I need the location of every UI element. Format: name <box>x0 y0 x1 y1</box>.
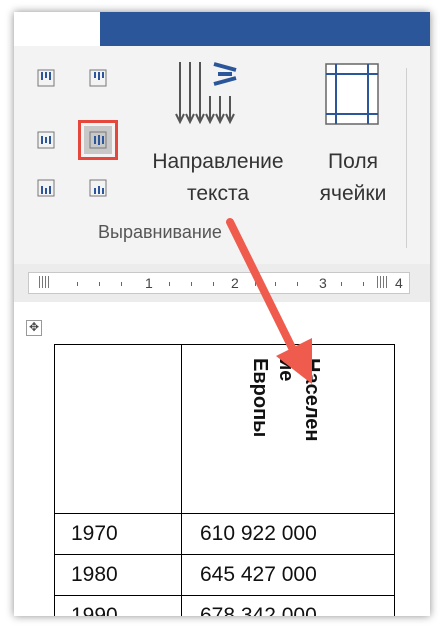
ruler-number: 4 <box>395 275 403 291</box>
ruler-tick <box>341 282 342 286</box>
ruler-tick <box>191 282 192 286</box>
table-header-cell[interactable]: Населен ие Европы <box>181 344 395 514</box>
population-table: Населен ие Европы 1970 610 922 000 1980 … <box>54 344 395 616</box>
cell-margins-label-line1: Поля <box>328 150 378 173</box>
ribbon-layout-tab: Направление текста Поля ячейки Выравнива… <box>14 46 430 265</box>
align-bottom-left-icon <box>37 179 55 197</box>
header-line: ие <box>275 358 297 382</box>
ruler-tick <box>169 282 170 286</box>
table-header-row: Населен ие Европы <box>54 344 395 514</box>
table-header-cell-empty[interactable] <box>54 344 182 514</box>
ruler-number: 2 <box>231 275 239 291</box>
header-line: Европы <box>249 358 271 438</box>
population-cell[interactable]: 645 427 000 <box>181 554 395 596</box>
ruler-number: 3 <box>319 275 327 291</box>
ruler-tick <box>363 282 364 286</box>
vertical-header-text: Населен ие Европы <box>247 358 325 508</box>
align-bottom-left-button[interactable] <box>32 174 60 202</box>
population-cell[interactable]: 610 922 000 <box>181 513 395 555</box>
ruler-tick <box>213 282 214 286</box>
cell-margins-button[interactable]: Поля ячейки <box>304 46 402 216</box>
screenshot-frame: Направление текста Поля ячейки Выравнива… <box>14 12 430 616</box>
align-bottom-center-button[interactable] <box>84 174 112 202</box>
ruler-tick <box>77 282 78 286</box>
ruler-column-marker[interactable] <box>377 276 389 288</box>
horizontal-ruler[interactable]: 1 2 3 4 <box>28 272 410 294</box>
ribbon-separator <box>406 68 407 248</box>
ruler-number: 1 <box>145 275 153 291</box>
document-page: ✥ Населен ие Европы 1970 610 922 000 198… <box>14 302 430 616</box>
align-bottom-center-icon <box>89 179 107 197</box>
ribbon-tab-strip <box>100 12 430 46</box>
align-top-left-icon <box>37 69 55 87</box>
ruler-tick <box>275 282 276 286</box>
ruler-tick <box>121 282 122 286</box>
ruler-column-marker[interactable] <box>39 276 51 288</box>
text-direction-button[interactable]: Направление текста <box>134 46 302 216</box>
text-direction-label-line1: Направление <box>152 150 284 173</box>
table-move-handle[interactable]: ✥ <box>26 320 42 336</box>
alignment-group-label: Выравнивание <box>98 222 222 242</box>
ruler-tick <box>297 282 298 286</box>
population-cell[interactable]: 678 342 000 <box>181 595 395 616</box>
year-cell[interactable]: 1970 <box>54 513 182 555</box>
cell-margins-icon <box>325 63 379 125</box>
year-cell[interactable]: 1980 <box>54 554 182 596</box>
table-row: 1990 678 342 000 <box>54 595 395 616</box>
align-middle-center-button[interactable] <box>78 120 118 160</box>
ruler-bar: 1 2 3 4 <box>14 264 430 302</box>
year-cell[interactable]: 1990 <box>54 595 182 616</box>
align-middle-center-icon <box>89 131 107 149</box>
align-middle-left-button[interactable] <box>32 126 60 154</box>
ruler-tick <box>255 282 256 286</box>
align-top-center-button[interactable] <box>84 64 112 92</box>
ruler-tick <box>99 282 100 286</box>
header-line: Населен <box>301 358 323 442</box>
title-bar <box>14 12 430 46</box>
align-top-left-button[interactable] <box>32 64 60 92</box>
cell-margins-label-line2: ячейки <box>319 182 387 205</box>
align-top-center-icon <box>89 69 107 87</box>
table-row: 1970 610 922 000 <box>54 513 395 555</box>
text-direction-icon <box>175 62 237 125</box>
table-row: 1980 645 427 000 <box>54 554 395 596</box>
align-middle-left-icon <box>37 131 55 149</box>
text-direction-label-line2: текста <box>186 182 250 205</box>
